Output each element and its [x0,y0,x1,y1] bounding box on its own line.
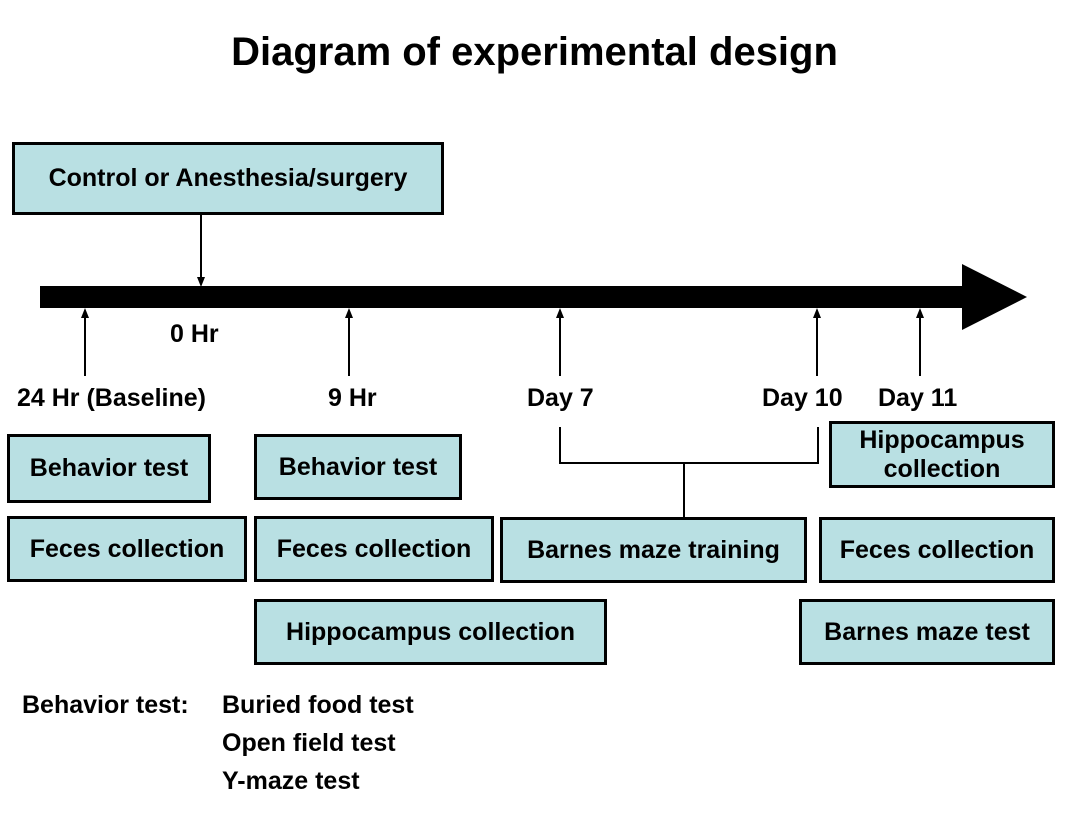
control-or-surgery-box: Control or Anesthesia/surgery [12,142,444,215]
timepoint-9hr: 9 Hr [328,384,377,412]
baseline-feces-collection-box: Feces collection [7,516,247,582]
timepoint-day7: Day 7 [527,384,594,412]
nine-hr-hippocampus-collection-box: Hippocampus collection [254,599,607,665]
nine-hr-arrow [345,308,353,376]
day11-hippocampus-collection-box: Hippocampus collection [829,421,1055,488]
day11-arrow [916,308,924,376]
legend-item: Y-maze test [222,767,360,795]
training-bracket [559,427,819,464]
baseline-behavior-test-box: Behavior test [7,434,211,503]
legend-item: Buried food test [222,691,414,719]
day11-hippocampus-collection-label: Hippocampus collection [859,425,1025,483]
timepoint-day11: Day 11 [878,384,958,412]
baseline-arrow [81,308,89,376]
nine-hr-behavior-test-box: Behavior test [254,434,462,500]
day11-barnes-maze-test-box: Barnes maze test [799,599,1055,665]
timepoint-0hr: 0 Hr [170,320,219,348]
nine-hr-feces-collection-box: Feces collection [254,516,494,582]
timepoint-day10: Day 10 [762,384,843,412]
legend-item: Open field test [222,729,396,757]
timeline-arrowhead [962,264,1027,330]
barnes-maze-training-box: Barnes maze training [500,517,807,583]
day11-feces-collection-box: Feces collection [819,517,1055,583]
timeline-bar [40,286,965,308]
day10-arrow [813,308,821,376]
legend-heading: Behavior test: [22,691,189,719]
surgery-arrowhead [197,277,205,287]
day7-arrow [556,308,564,376]
timepoint-baseline: 24 Hr (Baseline) [17,384,206,412]
